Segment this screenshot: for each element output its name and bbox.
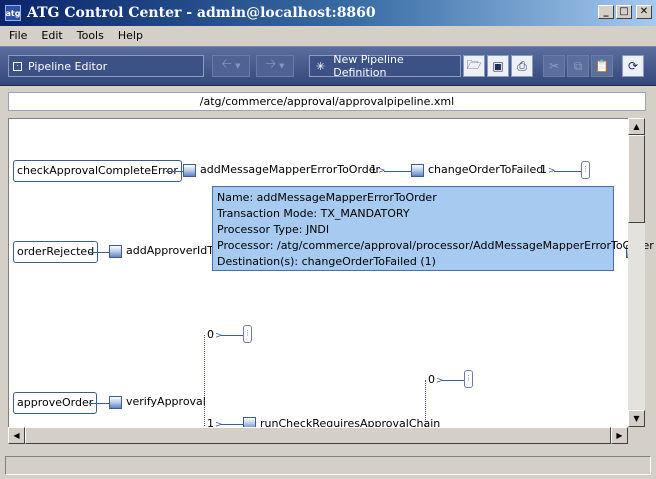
back-button[interactable]: 🡠 ▼: [212, 55, 250, 77]
scroll-down-button[interactable]: ▼: [628, 410, 645, 427]
processor-icon[interactable]: [183, 164, 196, 177]
chain-check-approval-complete-error[interactable]: checkApprovalCompleteError: [13, 160, 182, 182]
tooltip-processor-path: Processor: /atg/commerce/approval/proces…: [217, 239, 654, 252]
print-icon: ⎙: [517, 58, 527, 73]
connector: [89, 252, 109, 253]
arrow-icon: >: [215, 331, 223, 341]
pipeline-canvas[interactable]: checkApprovalCompleteError addMessageMap…: [8, 118, 628, 427]
transition-label: 1: [370, 163, 377, 176]
vertical-scroll-thumb[interactable]: [628, 135, 645, 223]
new-pipeline-definition-button[interactable]: ✳ New Pipeline Definition: [309, 53, 461, 79]
window-controls: _ □ ✕: [598, 5, 652, 19]
menu-tools[interactable]: Tools: [72, 29, 109, 42]
chevron-down-icon: ▼: [235, 62, 241, 70]
back-icon: 🡠: [221, 57, 233, 72]
paste-icon: 📋: [594, 59, 610, 73]
transition-label: 0: [428, 373, 435, 386]
chain-approve-order[interactable]: approveOrder: [13, 392, 98, 414]
processor-add-message-mapper-error[interactable]: addMessageMapperErrorToOrder: [200, 163, 380, 177]
menu-file[interactable]: File: [4, 29, 32, 42]
new-definition-icon: ✳: [316, 59, 326, 73]
processor-icon[interactable]: [243, 417, 256, 427]
tooltip-name: Name: addMessageMapperErrorToOrder: [217, 191, 437, 204]
branch-line: [204, 335, 205, 427]
connector: [442, 380, 464, 381]
forward-button[interactable]: 🡢 ▼: [256, 55, 294, 77]
processor-run-check-requires-approval-chain[interactable]: runCheckRequiresApprovalChain: [260, 417, 440, 427]
processor-icon[interactable]: [109, 245, 122, 258]
open-folder-button[interactable]: 🗁: [463, 55, 485, 77]
window-title: ATG Control Center - admin@localhost:886…: [27, 5, 376, 21]
vertical-scrollbar[interactable]: ▲ ▼: [628, 118, 645, 427]
scroll-up-button[interactable]: ▲: [628, 118, 645, 135]
chain-end-node[interactable]: ⋮: [243, 325, 252, 343]
pipeline-path-field: /atg/commerce/approval/approvalpipeline.…: [8, 92, 646, 111]
save-icon: ▣: [492, 59, 504, 73]
transition-label: 1: [540, 163, 547, 176]
connector: [384, 171, 411, 172]
forward-icon: 🡢: [265, 57, 277, 72]
processor-icon[interactable]: [109, 396, 122, 409]
minimize-button[interactable]: _: [598, 5, 614, 19]
processor-icon[interactable]: [411, 164, 424, 177]
connector: [166, 171, 183, 172]
chain-end-node[interactable]: ⋮: [464, 370, 473, 388]
app-icon: atg: [5, 5, 21, 21]
copy-button[interactable]: ⧉: [567, 55, 589, 77]
refresh-button[interactable]: ⟳: [622, 55, 644, 77]
connector: [554, 171, 581, 172]
processor-change-order-to-failed[interactable]: changeOrderToFailed: [428, 163, 543, 177]
tooltip-transaction-mode: Transaction Mode: TX_MANDATORY: [217, 207, 410, 220]
tooltip-destinations: Destination(s): changeOrderToFailed (1): [217, 255, 436, 268]
chain-end-node[interactable]: ⋮: [581, 161, 590, 179]
scroll-corner: [628, 427, 645, 444]
horizontal-scroll-thumb[interactable]: [25, 427, 611, 444]
connector: [221, 335, 243, 336]
paste-button[interactable]: 📋: [591, 55, 613, 77]
horizontal-scrollbar[interactable]: ◀ ▶: [8, 427, 628, 444]
status-bar: [5, 456, 651, 475]
editor-icon: ·: [13, 61, 22, 71]
menu-bar: File Edit Tools Help: [0, 26, 656, 44]
title-bar: atg ATG Control Center - admin@localhost…: [0, 0, 656, 26]
close-button[interactable]: ✕: [636, 5, 652, 19]
maximize-button[interactable]: □: [616, 5, 632, 19]
editor-select[interactable]: · Pipeline Editor: [8, 55, 204, 77]
menu-edit[interactable]: Edit: [36, 29, 67, 42]
processor-add-approver-id[interactable]: addApproverIdTo: [126, 244, 219, 258]
transition-label: 1: [207, 417, 214, 427]
connector: [89, 403, 109, 404]
chain-order-rejected[interactable]: orderRejected: [13, 241, 99, 263]
scroll-left-button[interactable]: ◀: [8, 427, 25, 444]
cut-icon: ✂: [548, 59, 560, 73]
arrow-icon: >: [436, 376, 444, 386]
open-folder-icon: 🗁: [466, 57, 482, 72]
cut-button[interactable]: ✂: [543, 55, 565, 77]
tooltip-processor-type: Processor Type: JNDI: [217, 223, 330, 236]
save-button[interactable]: ▣: [487, 55, 509, 77]
scroll-right-button[interactable]: ▶: [611, 427, 628, 444]
new-definition-label: New Pipeline Definition: [333, 53, 404, 79]
print-button[interactable]: ⎙: [511, 55, 533, 77]
processor-verify-approval[interactable]: verifyApproval: [126, 395, 206, 409]
editor-select-label: Pipeline Editor: [28, 59, 108, 73]
transition-label: 0: [207, 328, 214, 341]
refresh-icon: ⟳: [627, 59, 639, 73]
menu-help[interactable]: Help: [113, 29, 148, 42]
copy-icon: ⧉: [573, 58, 583, 73]
connector: [221, 424, 243, 425]
chevron-down-icon: ▼: [279, 62, 285, 70]
toolbar: · Pipeline Editor 🡠 ▼ 🡢 ▼ ✳ New Pipeline D…: [0, 46, 656, 86]
processor-tooltip: Name: addMessageMapperErrorToOrder Trans…: [212, 186, 654, 271]
